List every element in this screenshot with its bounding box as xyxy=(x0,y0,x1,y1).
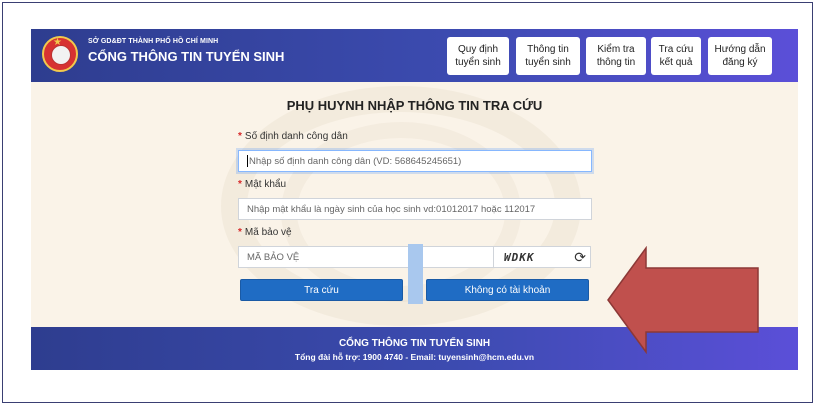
citizen-id-input[interactable]: Nhập số định danh công dân (VD: 56864524… xyxy=(238,150,592,172)
nav-label-line2: kết quả xyxy=(659,57,693,68)
password-label: * Mật khẩu xyxy=(238,179,286,190)
nav-label-line1: Hướng dẫn xyxy=(714,44,766,55)
text-caret xyxy=(247,155,248,167)
school-emblem-icon: ★ xyxy=(42,36,78,72)
captcha-placeholder: MÃ BẢO VỆ xyxy=(247,251,300,263)
password-placeholder: Nhập mật khẩu là ngày sinh của học sinh … xyxy=(247,203,536,215)
no-account-button[interactable]: Không có tài khoản xyxy=(426,279,589,301)
department-name: SỞ GD&ĐT THÀNH PHỐ HỒ CHÍ MINH xyxy=(88,38,219,45)
required-mark: * xyxy=(238,131,242,142)
form-title: PHỤ HUYNH NHẬP THÔNG TIN TRA CỨU xyxy=(286,98,543,113)
site-title[interactable]: CỔNG THÔNG TIN TUYỂN SINH xyxy=(88,49,284,64)
nav-thong-tin-tuyen-sinh[interactable]: Thông tin tuyển sinh xyxy=(516,37,580,75)
cursor-highlight xyxy=(408,244,423,304)
nav-label-line2: tuyển sinh xyxy=(525,57,571,68)
nav-tra-cuu-ket-qua[interactable]: Tra cứu kết quả xyxy=(651,37,701,75)
emblem-center xyxy=(51,45,71,65)
required-mark: * xyxy=(238,179,242,190)
annotation-arrow-icon xyxy=(607,246,759,354)
search-button[interactable]: Tra cứu xyxy=(240,279,403,301)
captcha-image: WDKK xyxy=(504,250,535,264)
required-mark: * xyxy=(238,227,242,238)
captcha-label: * Mã bảo vệ xyxy=(238,227,292,238)
nav-label-line1: Kiểm tra xyxy=(597,44,635,55)
citizen-id-label: * Số định danh công dân xyxy=(238,131,348,142)
nav-quy-dinh-tuyen-sinh[interactable]: Quy định tuyển sinh xyxy=(447,37,509,75)
password-input[interactable]: Nhập mật khẩu là ngày sinh của học sinh … xyxy=(238,198,592,220)
captcha-label-text: Mã bảo vệ xyxy=(244,227,292,238)
captcha-input[interactable]: MÃ BẢO VỆ xyxy=(238,246,494,268)
nav-huong-dan-dang-ky[interactable]: Hướng dẫn đăng ký xyxy=(708,37,772,75)
nav-label-line2: đăng ký xyxy=(722,57,758,68)
nav-kiem-tra-thong-tin[interactable]: Kiểm tra thông tin xyxy=(586,37,646,75)
nav-label-line1: Thông tin xyxy=(527,44,569,55)
annotation-arrow-shape xyxy=(607,246,759,354)
nav-label-line1: Tra cứu xyxy=(658,44,694,55)
nav-label-line1: Quy định xyxy=(457,44,499,55)
site-header: ★ SỞ GD&ĐT THÀNH PHỐ HỒ CHÍ MINH CỔNG TH… xyxy=(31,29,798,82)
citizen-id-placeholder: Nhập số định danh công dân (VD: 56864524… xyxy=(249,155,462,167)
refresh-icon[interactable]: ⟳ xyxy=(574,249,586,266)
password-label-text: Mật khẩu xyxy=(244,179,287,190)
captcha-box: WDKK ⟳ xyxy=(494,246,591,268)
nav-label-line2: tuyển sinh xyxy=(455,57,501,68)
citizen-id-label-text: Số định danh công dân xyxy=(244,131,348,142)
nav-label-line2: thông tin xyxy=(596,57,636,68)
